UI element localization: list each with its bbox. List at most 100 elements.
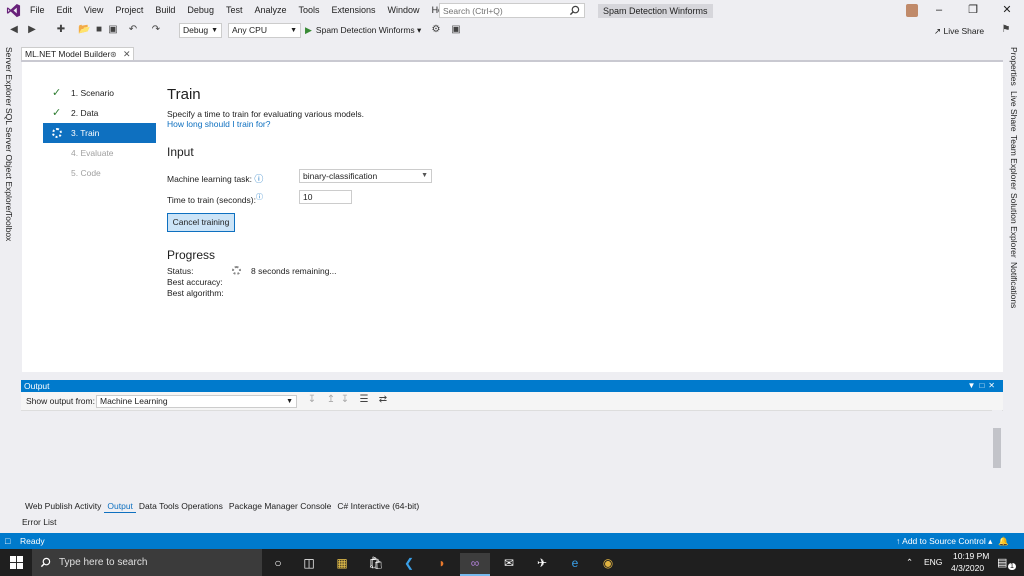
search-icon bbox=[569, 5, 580, 16]
team-explorer-tab[interactable]: Team Explorer bbox=[1009, 135, 1019, 190]
loading-spinner-icon bbox=[232, 266, 241, 275]
screen-icon[interactable]: ▣ bbox=[450, 24, 462, 36]
task-view-icon[interactable]: ◫ bbox=[294, 553, 324, 576]
save-all-icon[interactable]: ▣ bbox=[107, 24, 119, 36]
output-source-dropdown[interactable]: Machine Learning ▼ bbox=[96, 395, 297, 408]
visual-studio-taskbar-icon[interactable]: ∞ bbox=[460, 553, 490, 576]
best-algorithm-label: Best algorithm: bbox=[167, 288, 224, 298]
find-message-icon[interactable]: ↧ bbox=[306, 394, 318, 406]
time-to-train-input[interactable]: 10 bbox=[299, 190, 352, 204]
drone-app-icon[interactable]: ✈ bbox=[527, 553, 557, 576]
notifications-tab[interactable]: Notifications bbox=[1009, 262, 1019, 308]
back-icon[interactable]: ◀ bbox=[8, 24, 20, 36]
output-window-header[interactable]: Output ▼□✕ bbox=[21, 380, 1003, 392]
feedback-icon[interactable]: ⚑ bbox=[1000, 24, 1012, 36]
language-indicator[interactable]: ENG bbox=[924, 557, 942, 567]
add-to-source-control-button[interactable]: ↑ Add to Source Control ▴ bbox=[896, 533, 992, 549]
next-message-icon[interactable]: ↧ bbox=[339, 394, 351, 406]
platform-dropdown[interactable]: Any CPU ▼ bbox=[228, 23, 301, 38]
output-scrollbar[interactable] bbox=[992, 410, 1002, 490]
start-debugging-button[interactable]: ▶ Spam Detection Winforms ▾ bbox=[305, 23, 421, 38]
save-icon[interactable]: ■ bbox=[93, 24, 105, 36]
chevron-up-icon[interactable]: ⌃ bbox=[906, 557, 913, 568]
bell-icon[interactable]: 🔔 bbox=[998, 533, 1009, 549]
tab-web-publish-activity[interactable]: Web Publish Activity bbox=[22, 499, 104, 513]
train-description: Specify a time to train for evaluating v… bbox=[167, 109, 365, 119]
step-evaluate: 4. Evaluate bbox=[43, 143, 156, 163]
menu-project[interactable]: Project bbox=[109, 0, 149, 21]
clock-date[interactable]: 4/3/2020 bbox=[951, 563, 984, 573]
vscode-icon[interactable]: ❮ bbox=[394, 553, 424, 576]
tab-csharp-interactive[interactable]: C# Interactive (64-bit) bbox=[334, 499, 422, 513]
menu-file[interactable]: File bbox=[24, 0, 51, 21]
train-duration-help-link[interactable]: How long should I train for? bbox=[167, 119, 270, 129]
maximize-button[interactable]: ❐ bbox=[956, 0, 990, 21]
redo-icon[interactable]: ↷ bbox=[150, 24, 162, 36]
menu-window[interactable]: Window bbox=[382, 0, 426, 21]
output-source-value: Machine Learning bbox=[100, 396, 168, 406]
action-center-icon[interactable]: ▤ bbox=[997, 556, 1007, 569]
menu-debug[interactable]: Debug bbox=[181, 0, 220, 21]
machine-learning-task-select[interactable]: binary-classification ▼ bbox=[299, 169, 432, 183]
menu-build[interactable]: Build bbox=[149, 0, 181, 21]
live-share-button[interactable]: ↗ Live Share bbox=[934, 26, 984, 37]
menu-test[interactable]: Test bbox=[220, 0, 249, 21]
store-icon[interactable]: 🛍 bbox=[361, 553, 391, 576]
clear-all-icon[interactable]: ☰ bbox=[358, 394, 370, 406]
avatar[interactable] bbox=[906, 4, 918, 17]
hot-reload-icon[interactable]: ⚙ bbox=[430, 24, 442, 36]
show-output-from-label: Show output from: bbox=[26, 396, 95, 406]
app-ring-icon[interactable]: ◗ bbox=[427, 553, 457, 576]
task-label: Machine learning task: ⓘ bbox=[167, 172, 263, 185]
document-tab-model-builder[interactable]: ML.NET Model Builder ⊛ ✕ bbox=[21, 47, 134, 61]
source-control-label: Add to Source Control bbox=[902, 536, 986, 546]
cortana-icon[interactable]: ○ bbox=[263, 553, 293, 576]
previous-message-icon[interactable]: ↥ bbox=[325, 394, 337, 406]
word-wrap-icon[interactable]: ⇄ bbox=[377, 394, 389, 406]
tab-data-tools-operations[interactable]: Data Tools Operations bbox=[136, 499, 226, 513]
new-project-icon[interactable]: ✚ bbox=[55, 24, 67, 36]
edge-icon[interactable]: e bbox=[560, 553, 590, 576]
tab-package-manager-console[interactable]: Package Manager Console bbox=[226, 499, 335, 513]
taskbar-search-input[interactable]: Type here to search bbox=[32, 549, 262, 576]
undo-icon[interactable]: ↶ bbox=[127, 24, 139, 36]
properties-tab[interactable]: Properties bbox=[1009, 47, 1019, 86]
info-icon[interactable]: ⓘ bbox=[254, 174, 263, 184]
menu-analyze[interactable]: Analyze bbox=[248, 0, 292, 21]
step-scenario[interactable]: ✓ 1. Scenario bbox=[43, 83, 156, 103]
live-share-label: Live Share bbox=[943, 26, 985, 36]
time-label: Time to train (seconds):ⓘ bbox=[167, 192, 263, 205]
chrome-icon[interactable]: ◉ bbox=[593, 553, 623, 576]
tab-output[interactable]: Output bbox=[104, 499, 136, 513]
output-text-area[interactable] bbox=[21, 410, 1003, 490]
configuration-dropdown[interactable]: Debug ▼ bbox=[179, 23, 222, 38]
tab-error-list[interactable]: Error List bbox=[22, 517, 56, 527]
progress-heading: Progress bbox=[167, 248, 216, 262]
cancel-training-button[interactable]: Cancel training bbox=[167, 213, 235, 232]
open-folder-icon[interactable]: 📂 bbox=[78, 24, 90, 36]
menu-view[interactable]: View bbox=[78, 0, 109, 21]
window-controls[interactable]: ▼□✕ bbox=[968, 380, 999, 392]
menu-extensions[interactable]: Extensions bbox=[326, 0, 382, 21]
sql-server-object-explorer-tab[interactable]: SQL Server Object Explorer bbox=[4, 108, 14, 213]
time-label-text: Time to train (seconds): bbox=[167, 194, 256, 205]
file-explorer-icon[interactable]: ▦ bbox=[327, 553, 357, 576]
toolbox-tab[interactable]: Toolbox bbox=[4, 212, 14, 241]
scroll-thumb[interactable] bbox=[993, 428, 1001, 468]
live-share-tab[interactable]: Live Share bbox=[1009, 91, 1019, 132]
windows-start-icon[interactable] bbox=[10, 556, 23, 569]
step-label: 4. Evaluate bbox=[71, 148, 114, 158]
info-icon[interactable]: ⓘ bbox=[256, 194, 263, 201]
minimize-button[interactable]: – bbox=[922, 0, 956, 21]
step-data[interactable]: ✓ 2. Data bbox=[43, 103, 156, 123]
clock-time[interactable]: 10:19 PM bbox=[953, 551, 989, 561]
close-button[interactable]: ✕ bbox=[990, 0, 1024, 21]
forward-icon[interactable]: ▶ bbox=[26, 24, 38, 36]
solution-explorer-tab[interactable]: Solution Explorer bbox=[1009, 193, 1019, 258]
menu-tools[interactable]: Tools bbox=[293, 0, 326, 21]
search-input[interactable]: Search (Ctrl+Q) bbox=[439, 3, 585, 18]
step-train[interactable]: 3. Train bbox=[43, 123, 156, 143]
mail-icon[interactable]: ✉ bbox=[494, 553, 524, 576]
menu-edit[interactable]: Edit bbox=[51, 0, 79, 21]
server-explorer-tab[interactable]: Server Explorer bbox=[4, 47, 14, 106]
